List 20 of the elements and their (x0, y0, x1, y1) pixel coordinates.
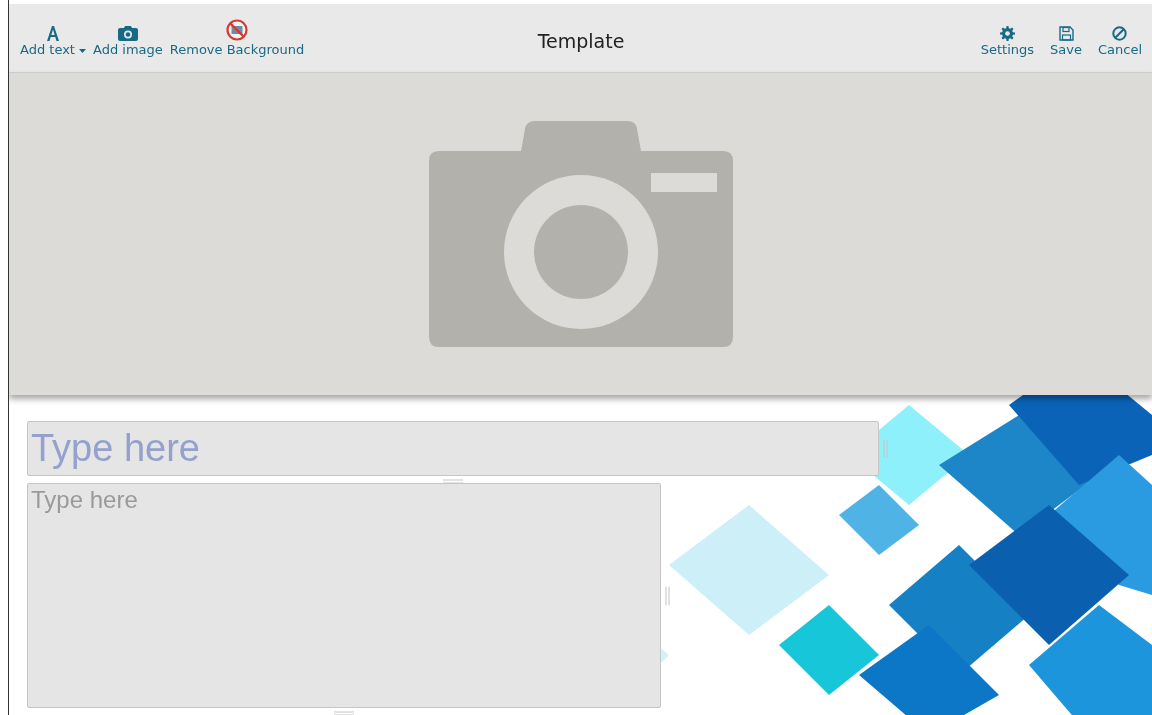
image-button[interactable]: Add image (92, 19, 163, 57)
camera-icon (117, 26, 138, 41)
gear-icon (999, 26, 1015, 41)
save-button[interactable]: Save (1050, 19, 1082, 57)
text-button[interactable]: Add text (20, 19, 86, 57)
resize-handle-icon[interactable] (443, 479, 463, 484)
resize-handle-icon[interactable] (883, 439, 888, 458)
cancel-icon (1112, 26, 1128, 41)
body-text-area[interactable]: Type here (27, 483, 661, 708)
letter-a-icon (46, 26, 60, 41)
resize-handle-icon[interactable] (665, 586, 670, 605)
title-input-field[interactable]: Type here (27, 421, 879, 476)
no-image-icon (226, 19, 248, 41)
save-icon (1058, 26, 1074, 41)
cancel-button[interactable]: Cancel (1097, 19, 1142, 57)
camera-placeholder-icon (428, 121, 733, 347)
page-title: Template (537, 30, 625, 52)
image-placeholder[interactable] (9, 73, 1152, 395)
settings-button[interactable]: Settings (980, 19, 1035, 57)
remove-background-button[interactable]: Remove Background (169, 19, 305, 57)
